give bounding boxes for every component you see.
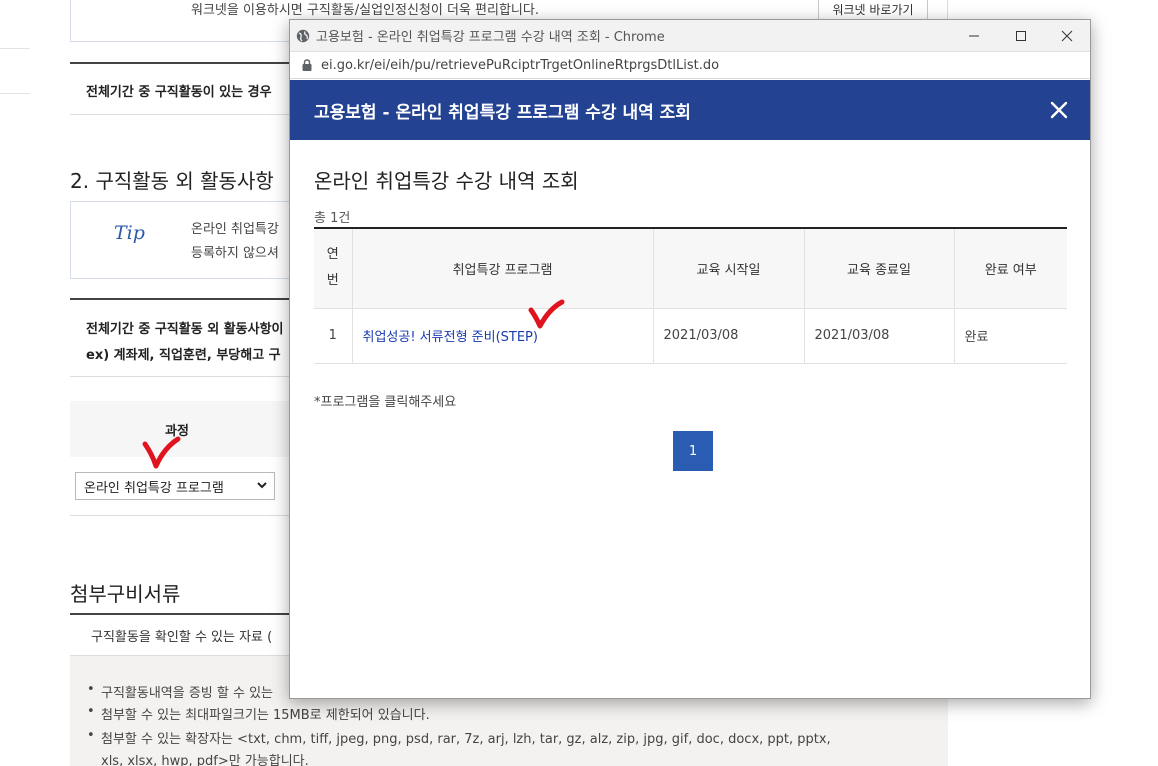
pagination-page-1[interactable]: 1 (673, 431, 713, 471)
address-bar[interactable]: ei.go.kr/ei/eih/pu/retrievePuRciptrTrget… (290, 51, 1090, 79)
column-header-completion: 완료 여부 (953, 228, 1067, 309)
cell-start-date: 2021/03/08 (652, 308, 804, 364)
left-nav-divider (0, 48, 30, 49)
chevron-down-icon (256, 479, 268, 494)
click-program-note: *프로그램을 클릭해주세요 (314, 395, 457, 410)
cell-end-date: 2021/03/08 (803, 308, 954, 364)
program-link[interactable]: 취업성공! 서류전형 준비(STEP) (363, 330, 538, 345)
attachment-note: 첨부할 수 있는 확장자는 <txt, chm, tiff, jpeg, png… (87, 728, 831, 747)
column-header-program: 취업특강 프로그램 (351, 228, 653, 309)
attachments-title: 첨부구비서류 (70, 582, 181, 606)
maximize-icon (1016, 30, 1026, 41)
table-row: 1 취업성공! 서류전형 준비(STEP) 2021/03/08 2021/03… (314, 308, 1067, 364)
minimize-icon (969, 35, 979, 36)
window-close-button[interactable] (1044, 20, 1090, 51)
tip-icon: Tip (114, 222, 145, 244)
column-header-end-date: 교육 종료일 (803, 228, 954, 309)
popup-header-title: 고용보험 - 온라인 취업특강 프로그램 수강 내역 조회 (314, 102, 691, 123)
window-titlebar[interactable]: 고용보험 - 온라인 취업특강 프로그램 수강 내역 조회 - Chrome (290, 20, 1090, 51)
screen: 워크넷을 이용하시면 구직활동/실업인정신청이 더욱 편리합니다. 워크넷 바로… (0, 0, 1158, 766)
left-nav-divider (0, 93, 30, 94)
page-title: 온라인 취업특강 수강 내역 조회 (314, 169, 579, 193)
period-row-other-activity: 전체기간 중 구직활동 외 활동사항이 (86, 322, 284, 337)
period-row-job-search: 전체기간 중 구직활동이 있는 경우 (86, 85, 272, 100)
cell-completion-status: 완료 (953, 308, 1067, 364)
course-history-table: 연번 취업특강 프로그램 교육 시작일 교육 종료일 완료 여부 1 취업성공!… (314, 227, 1067, 364)
worknet-notice-text: 워크넷을 이용하시면 구직활동/실업인정신청이 더욱 편리합니다. (191, 3, 539, 18)
cell-no: 1 (314, 308, 352, 364)
total-count: 총 1건 (314, 211, 351, 226)
cell-program: 취업성공! 서류전형 준비(STEP) (351, 308, 653, 364)
popup-window: 고용보험 - 온라인 취업특강 프로그램 수강 내역 조회 - Chrome e… (289, 19, 1091, 699)
close-icon (1061, 30, 1073, 41)
window-title: 고용보험 - 온라인 취업특강 프로그램 수강 내역 조회 - Chrome (316, 30, 665, 45)
tip-text-line-2: 등록하지 않으셔 (191, 246, 279, 261)
period-row-other-activity-example: ex) 계좌제, 직업훈련, 부당해고 구 (86, 348, 281, 363)
attachment-note: 구직활동내역을 증빙 할 수 있는 (87, 682, 273, 701)
globe-icon (296, 29, 310, 42)
lock-icon (302, 59, 312, 71)
popup-header: 고용보험 - 온라인 취업특강 프로그램 수강 내역 조회 (290, 80, 1090, 140)
section-2-title: 2. 구직활동 외 활동사항 (70, 169, 274, 193)
attachment-note-continued: xls, xlsx, hwp, pdf>만 가능합니다. (101, 754, 309, 766)
table-header-row: 연번 취업특강 프로그램 교육 시작일 교육 종료일 완료 여부 (314, 228, 1067, 309)
close-icon[interactable] (1048, 99, 1070, 121)
attachments-header: 구직활동을 확인할 수 있는 자료 ( (91, 630, 273, 645)
tip-text-line-1: 온라인 취업특강 (191, 222, 279, 237)
course-select-value: 온라인 취업특강 프로그램 (84, 480, 224, 496)
attachment-note: 첨부할 수 있는 최대파일크기는 15MB로 제한되어 있습니다. (87, 704, 430, 723)
course-column-label: 과정 (165, 424, 189, 439)
column-header-start-date: 교육 시작일 (652, 228, 804, 309)
column-header-no: 연번 (314, 228, 352, 309)
minimize-button[interactable] (951, 20, 997, 51)
url-text: ei.go.kr/ei/eih/pu/retrievePuRciptrTrget… (321, 57, 720, 73)
maximize-button[interactable] (998, 20, 1044, 51)
course-select[interactable]: 온라인 취업특강 프로그램 (75, 472, 275, 500)
